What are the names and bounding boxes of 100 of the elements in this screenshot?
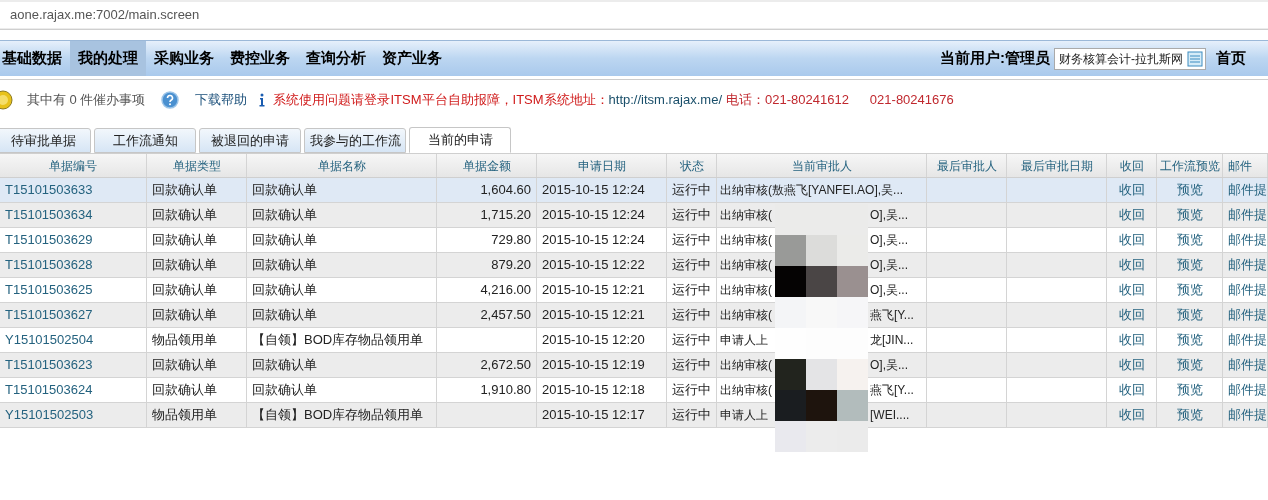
tab[interactable]: 工作流通知	[94, 128, 196, 153]
table-cell: 回款确认单	[247, 228, 437, 252]
mail-reminder-link: 邮件提	[1223, 378, 1268, 402]
column-header: 单据金额	[437, 154, 537, 177]
table-row[interactable]: T15101503623 回款确认单 回款确认单 2,672.50 2015-10-15 12:19 运行中 出纳审核( O],吴... 收回 预览 邮件提	[0, 353, 1268, 378]
table-cell: 回款确认单	[147, 253, 247, 277]
nav-item[interactable]: 资产业务	[374, 41, 450, 76]
home-link[interactable]: 首页	[1216, 47, 1246, 70]
table-cell: 2015-10-15 12:24	[537, 228, 667, 252]
table-row[interactable]: T15101503634 回款确认单 回款确认单 1,715.20 2015-10-15 12:24 运行中 出纳审核( O],吴... 收回 预览 邮件提	[0, 203, 1268, 228]
nav-item[interactable]: 费控业务	[222, 41, 298, 76]
approver-text: 出纳审核(	[720, 307, 772, 324]
table-cell: 回款确认单	[147, 278, 247, 302]
table-cell: 运行中	[667, 353, 717, 377]
table-row[interactable]: T15101503629 回款确认单 回款确认单 729.80 2015-10-15 12:24 运行中 出纳审核( O],吴... 收回 预览 邮件提	[0, 228, 1268, 253]
tab[interactable]: 被退回的申请	[199, 128, 301, 153]
nav-item[interactable]: 基础数据	[0, 41, 70, 76]
table-cell: T15101503627	[0, 303, 147, 327]
column-header: 单据类型	[147, 154, 247, 177]
itsm-link[interactable]: http://itsm.rajax.me/	[608, 90, 722, 110]
approver-text: 出纳审核(	[720, 382, 772, 399]
table-cell: 2015-10-15 12:22	[537, 253, 667, 277]
table-cell: 运行中	[667, 253, 717, 277]
preview-link: 预览	[1157, 328, 1223, 352]
table-cell: 2015-10-15 12:21	[537, 303, 667, 327]
column-header: 状态	[667, 154, 717, 177]
table-cell: T15101503628	[0, 253, 147, 277]
table-cell: 【自领】BOD库存物品领用单	[247, 403, 437, 427]
tab[interactable]: 我参与的工作流	[304, 128, 406, 153]
approver-text: 出纳审核(	[720, 282, 772, 299]
column-header: 工作流预览	[1157, 154, 1223, 177]
table-cell: 回款确认单	[147, 178, 247, 202]
column-header: 最后审批人	[927, 154, 1007, 177]
table-row[interactable]: Y15101502503 物品领用单 【自领】BOD库存物品领用单 2015-10-15 12:17 运行中 申请人上 [WEI.... 收回 预览 邮件提	[0, 403, 1268, 428]
table-cell: T15101503629	[0, 228, 147, 252]
nav-item[interactable]: 查询分析	[298, 41, 374, 76]
table-cell: 运行中	[667, 328, 717, 352]
table-cell: 【自领】BOD库存物品领用单	[247, 328, 437, 352]
approver-text: 出纳审核(	[720, 357, 772, 374]
table-cell: T15101503624	[0, 378, 147, 402]
table-cell: 2015-10-15 12:20	[537, 328, 667, 352]
table-row[interactable]: T15101503627 回款确认单 回款确认单 2,457.50 2015-10-15 12:21 运行中 出纳审核( 燕飞[Y... 收回 预览 邮件提	[0, 303, 1268, 328]
table-cell: 回款确认单	[147, 378, 247, 402]
preview-link: 预览	[1157, 278, 1223, 302]
table-cell: 运行中	[667, 178, 717, 202]
approver-text: 申请人上	[720, 407, 768, 424]
list-icon[interactable]	[1187, 50, 1203, 67]
table-cell: 2015-10-15 12:19	[537, 353, 667, 377]
mail-reminder-link: 邮件提	[1223, 228, 1268, 252]
table-cell: 2015-10-15 12:24	[537, 203, 667, 227]
recall-link: 收回	[1107, 203, 1157, 227]
mail-reminder-link: 邮件提	[1223, 353, 1268, 377]
table-cell: 1,910.80	[437, 378, 537, 402]
bell-coin-icon	[0, 90, 13, 110]
table-cell: T15101503633	[0, 178, 147, 202]
tab[interactable]: 当前的申请	[409, 127, 511, 153]
column-header: 当前审批人	[717, 154, 927, 177]
table-cell: T15101503634	[0, 203, 147, 227]
role-field[interactable]: 财务核算会计-拉扎斯网	[1054, 47, 1206, 70]
table-cell: 879.20	[437, 253, 537, 277]
table-row[interactable]: T15101503625 回款确认单 回款确认单 4,216.00 2015-10-15 12:21 运行中 出纳审核( O],吴... 收回 预览 邮件提	[0, 278, 1268, 303]
help-icon[interactable]	[161, 91, 180, 109]
nav-item[interactable]: 我的处理	[70, 41, 146, 76]
download-help-link[interactable]: 下载帮助	[195, 90, 248, 110]
table-cell: 2,457.50	[437, 303, 537, 327]
table-cell: 1,604.60	[437, 178, 537, 202]
table-cell: T15101503623	[0, 353, 147, 377]
table-cell: 729.80	[437, 228, 537, 252]
approver-text: O],吴...	[870, 257, 908, 274]
preview-link: 预览	[1157, 303, 1223, 327]
column-header: 申请日期	[537, 154, 667, 177]
mail-reminder-link: 邮件提	[1223, 303, 1268, 327]
table-cell: 回款确认单	[147, 203, 247, 227]
table-row[interactable]: T15101503628 回款确认单 回款确认单 879.20 2015-10-15 12:22 运行中 出纳审核( O],吴... 收回 预览 邮件提	[0, 253, 1268, 278]
recall-link: 收回	[1107, 178, 1157, 202]
table-row[interactable]: Y15101502504 物品领用单 【自领】BOD库存物品领用单 2015-10-15 12:20 运行中 申请人上 龙[JIN... 收回 预览 邮件提	[0, 328, 1268, 353]
table-cell: 回款确认单	[247, 353, 437, 377]
table-cell: 2015-10-15 12:18	[537, 378, 667, 402]
column-header: 单据编号	[0, 154, 147, 177]
preview-link: 预览	[1157, 203, 1223, 227]
mail-reminder-link: 邮件提	[1223, 178, 1268, 202]
column-header: 收回	[1107, 154, 1157, 177]
approver-text: O],吴...	[870, 282, 908, 299]
table-cell: 运行中	[667, 378, 717, 402]
approver-text: 出纳审核(	[720, 232, 772, 249]
recall-link: 收回	[1107, 228, 1157, 252]
phone-text: 电话：021-80241612	[726, 91, 849, 110]
table-row[interactable]: T15101503624 回款确认单 回款确认单 1,910.80 2015-10-15 12:18 运行中 出纳审核( 燕飞[Y... 收回 预览 邮件提	[0, 378, 1268, 403]
table-cell: 4,216.00	[437, 278, 537, 302]
tab[interactable]: 待审批单据	[0, 128, 91, 153]
preview-link: 预览	[1157, 253, 1223, 277]
recall-link: 收回	[1107, 328, 1157, 352]
table-cell: 2015-10-15 12:24	[537, 178, 667, 202]
url-text[interactable]: aone.rajax.me:7002/main.screen	[10, 4, 200, 25]
approver-text: 出纳审核(敖燕飞[YANFEI.AO],吴...	[720, 182, 904, 199]
table-row[interactable]: T15101503633 回款确认单 回款确认单 1,604.60 2015-10-15 12:24 运行中 出纳审核(敖燕飞[YANFEI.AO],吴... 收回 预览 邮件提	[0, 178, 1268, 203]
recall-link: 收回	[1107, 378, 1157, 402]
nav-item[interactable]: 采购业务	[146, 41, 222, 76]
table-cell: 回款确认单	[147, 303, 247, 327]
table-cell: 回款确认单	[247, 378, 437, 402]
